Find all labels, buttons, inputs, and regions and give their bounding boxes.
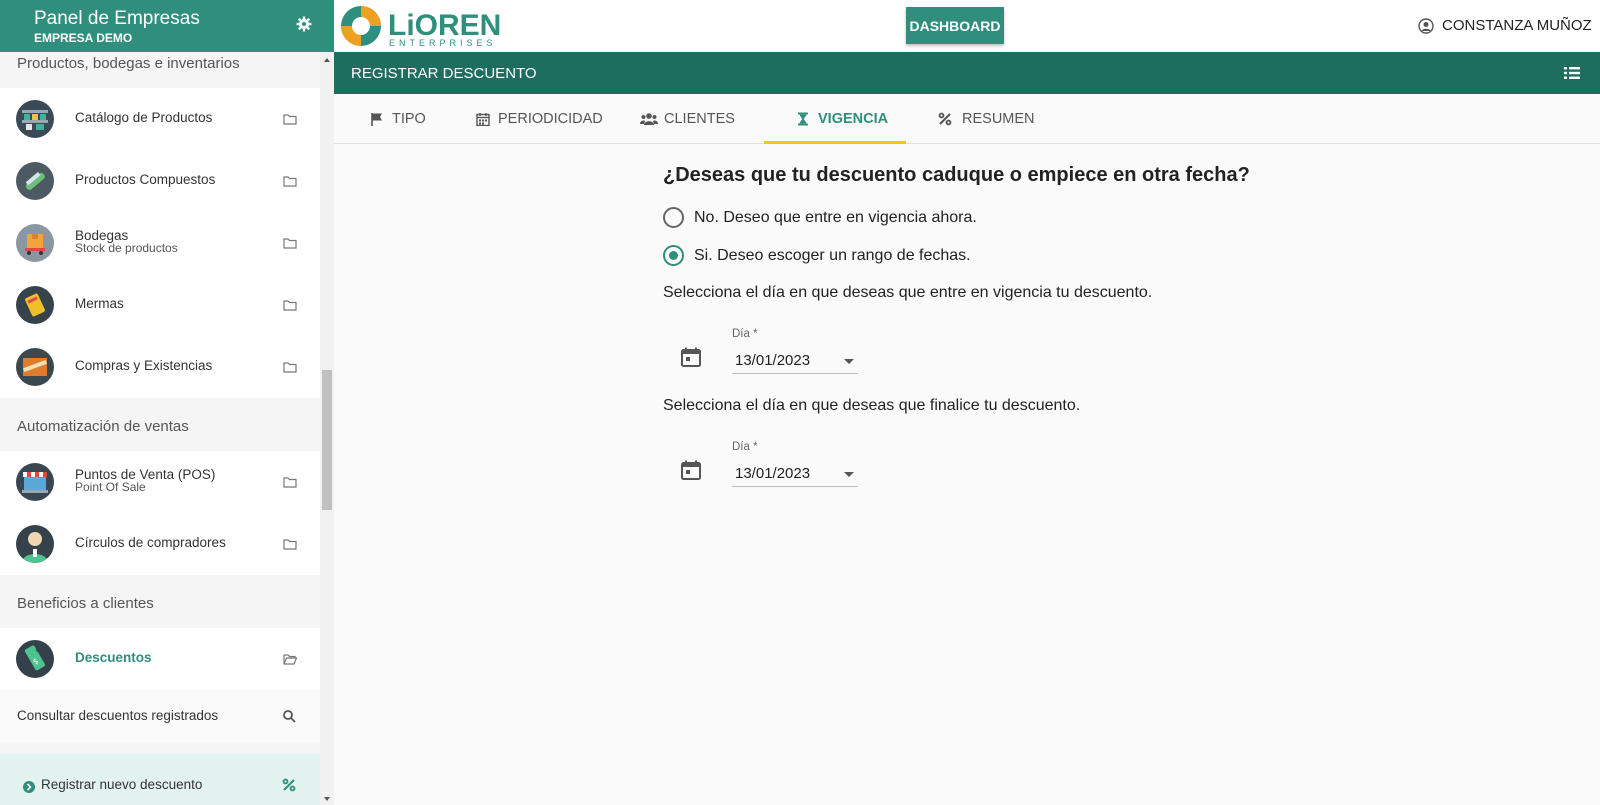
sidebar-item-discounts[interactable]: $ Descuentos (0, 628, 320, 690)
sidebar-item-sublabel: Stock de productos (75, 241, 178, 255)
sidebar-header: Panel de Empresas EMPRESA DEMO (0, 0, 334, 52)
folder-icon (283, 539, 297, 550)
calendar-icon (476, 113, 490, 126)
tab-label: RESUMEN (962, 111, 1035, 127)
calendar-icon[interactable] (680, 459, 702, 481)
sidebar: Panel de Empresas EMPRESA DEMO Productos… (0, 0, 334, 805)
end-date-value: 13/01/2023 (735, 465, 811, 482)
sidebar-item-label: Compras y Existencias (75, 358, 213, 373)
sidebar-item-circles[interactable]: Círculos de compradores (0, 513, 320, 575)
user-name[interactable]: CONSTANZA MUÑOZ (1442, 17, 1592, 34)
dashboard-button[interactable]: DASHBOARD (906, 7, 1004, 44)
hourglass-icon (798, 112, 808, 126)
tab-clientes[interactable]: CLIENTES (640, 94, 770, 144)
pos-avatar-icon (16, 463, 54, 501)
lioren-logo[interactable]: LiOREN ENTERPRISES (340, 3, 520, 49)
sidebar-item-pos[interactable]: Puntos de Venta (POS) Point Of Sale (0, 451, 320, 513)
tab-periodicidad[interactable]: PERIODICIDAD (464, 94, 624, 144)
section-heading-sales: Automatización de ventas (17, 418, 189, 435)
radio-range[interactable] (663, 245, 684, 266)
scroll-up-icon[interactable] (324, 58, 330, 62)
scroll-down-icon[interactable] (324, 797, 330, 801)
sidebar-item-composite[interactable]: Productos Compuestos (0, 150, 320, 212)
register-discount-label: Registrar nuevo descuento (41, 777, 203, 792)
sidebar-item-warehouses[interactable]: Bodegas Stock de productos (0, 212, 320, 274)
radio-range-label[interactable]: Si. Deseo escoger un rango de fechas. (694, 247, 971, 265)
folder-icon (283, 238, 297, 249)
end-date-field[interactable]: Día * 13/01/2023 (680, 441, 860, 491)
radio-option-range[interactable]: Si. Deseo escoger un rango de fechas. (663, 245, 1003, 269)
sidebar-title: Panel de Empresas (34, 8, 200, 29)
sidebar-item-label: Descuentos (75, 650, 152, 665)
percent-icon (282, 778, 296, 792)
composite-avatar-icon (16, 162, 54, 200)
sidebar-item-purchases[interactable]: Compras y Existencias (0, 336, 320, 398)
folder-icon (283, 362, 297, 373)
end-date-instruction: Selecciona el día en que deseas que fina… (663, 397, 1081, 414)
register-discount-link[interactable]: Registrar nuevo descuento (0, 754, 320, 805)
start-date-value: 13/01/2023 (735, 352, 811, 369)
folder-open-icon (283, 654, 297, 665)
sidebar-item-catalog[interactable]: Catálogo de Productos (0, 88, 320, 150)
sidebar-subtitle: EMPRESA DEMO (34, 31, 133, 45)
radio-now-label[interactable]: No. Deseo que entre en vigencia ahora. (694, 209, 977, 227)
radio-option-now[interactable]: No. Deseo que entre en vigencia ahora. (663, 207, 1003, 231)
tab-vigencia[interactable]: VIGENCIA (764, 94, 906, 144)
chevron-circle-right-icon (23, 781, 35, 793)
percent-icon (938, 112, 952, 126)
sidebar-item-label: Catálogo de Productos (75, 110, 213, 125)
tab-label: VIGENCIA (818, 111, 889, 127)
discount-tag-avatar-icon: $ (16, 640, 54, 678)
start-date-label: Día * (732, 328, 758, 340)
sidebar-item-sublabel: Point Of Sale (75, 480, 146, 494)
tab-tipo[interactable]: TIPO (340, 94, 450, 144)
tab-label: PERIODICIDAD (498, 111, 603, 127)
caret-down-icon[interactable] (844, 359, 854, 364)
sidebar-item-label: Círculos de compradores (75, 535, 226, 550)
consult-discounts-link[interactable]: Consultar descuentos registrados (0, 690, 320, 742)
sidebar-item-losses[interactable]: Mermas (0, 274, 320, 336)
circles-avatar-icon (16, 525, 54, 563)
calendar-icon[interactable] (680, 346, 702, 368)
consult-discounts-label: Consultar descuentos registrados (17, 708, 219, 723)
section-heading-benefits: Beneficios a clientes (17, 595, 154, 612)
end-date-label: Día * (732, 441, 758, 453)
caret-down-icon[interactable] (844, 472, 854, 477)
users-icon (640, 113, 658, 125)
folder-icon (283, 477, 297, 488)
list-icon[interactable] (1564, 66, 1580, 80)
user-circle-icon[interactable] (1418, 18, 1434, 34)
gear-icon[interactable] (296, 16, 312, 32)
start-date-input[interactable]: 13/01/2023 (732, 344, 858, 374)
section-heading-products: Productos, bodegas e inventarios (17, 55, 240, 72)
start-date-field[interactable]: Día * 13/01/2023 (680, 328, 860, 378)
sidebar-scrollbar[interactable] (320, 52, 334, 805)
folder-icon (283, 114, 297, 125)
radio-now[interactable] (663, 207, 684, 228)
tab-label: TIPO (392, 111, 426, 127)
start-date-instruction: Selecciona el día en que deseas que entr… (663, 284, 1153, 301)
tab-resumen[interactable]: RESUMEN (930, 94, 1060, 144)
losses-avatar-icon (16, 286, 54, 324)
tab-label: CLIENTES (664, 111, 735, 127)
flag-icon (371, 113, 382, 126)
logo-subtext: ENTERPRISES (389, 38, 497, 48)
top-bar: LiOREN ENTERPRISES DASHBOARD CONSTANZA M… (334, 0, 1600, 52)
sidebar-menu: Productos, bodegas e inventarios Catálog… (0, 52, 320, 805)
sidebar-item-label: Productos Compuestos (75, 172, 216, 187)
folder-icon (283, 300, 297, 311)
page-title: REGISTRAR DESCUENTO (351, 65, 537, 82)
wizard-tabs: TIPO PERIODICIDAD CLIENTES VIGENCIA RESU… (334, 94, 1600, 144)
catalog-avatar-icon (16, 100, 54, 138)
sidebar-item-label: Mermas (75, 296, 124, 311)
page-title-bar: REGISTRAR DESCUENTO (334, 52, 1600, 94)
scrollbar-thumb[interactable] (322, 370, 332, 510)
warehouse-avatar-icon (16, 224, 54, 262)
end-date-input[interactable]: 13/01/2023 (732, 457, 858, 487)
search-icon (283, 710, 296, 723)
purchases-avatar-icon (16, 348, 54, 386)
folder-icon (283, 176, 297, 187)
validity-question: ¿Deseas que tu descuento caduque o empie… (663, 164, 1250, 186)
